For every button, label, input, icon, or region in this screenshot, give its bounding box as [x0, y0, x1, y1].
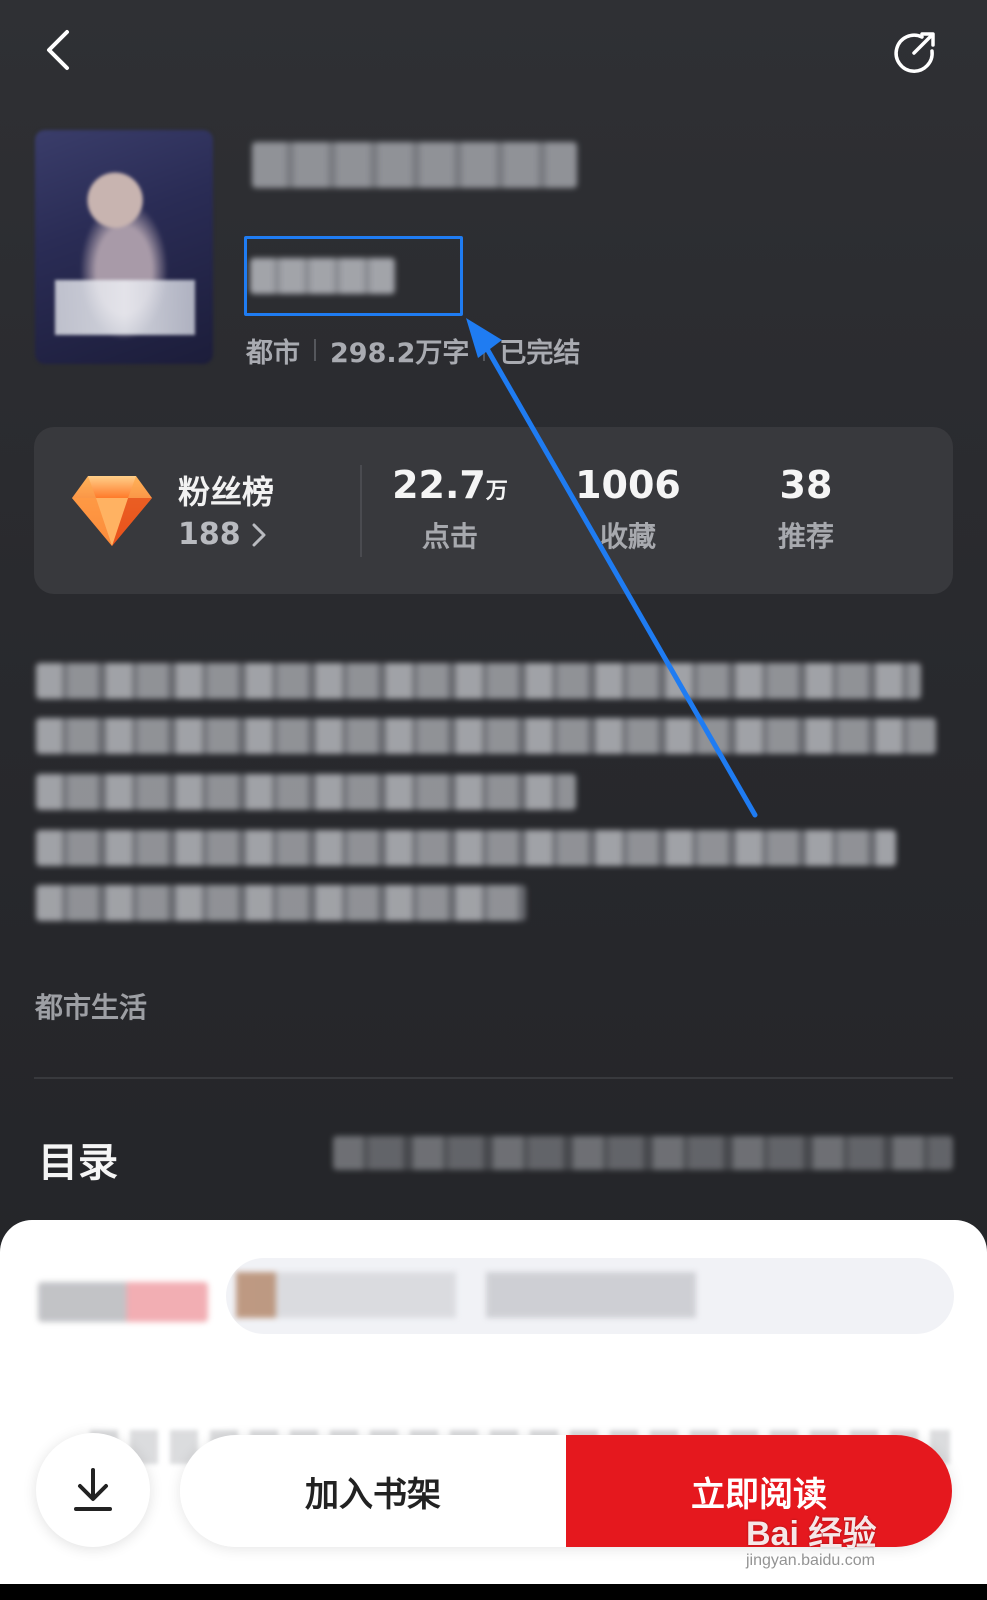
- meta-divider: [483, 339, 486, 361]
- share-icon: [894, 32, 935, 73]
- synopsis-line-blurred: [36, 663, 921, 699]
- book-cover[interactable]: [35, 130, 213, 364]
- synopsis-line-blurred: [36, 830, 896, 866]
- favorites-stat: 1006 收藏: [548, 463, 708, 555]
- promo-label-blurred: [38, 1282, 208, 1322]
- clicks-unit: 万: [485, 479, 508, 504]
- synopsis-line-blurred: [36, 885, 526, 921]
- author-highlight-box: [244, 236, 463, 316]
- latest-chapter-blurred[interactable]: [333, 1136, 953, 1170]
- book-word-count: 298.2万字: [330, 337, 470, 369]
- clicks-value-row: 22.7万: [370, 463, 530, 507]
- download-icon: [74, 1468, 112, 1511]
- promo-banner[interactable]: [226, 1258, 954, 1334]
- clicks-value: 22.7: [392, 463, 486, 507]
- share-button[interactable]: [891, 28, 939, 76]
- meta-divider: [314, 339, 316, 361]
- favorites-value: 1006: [575, 463, 681, 507]
- bottom-strip: [0, 1584, 987, 1600]
- synopsis-line-blurred: [36, 774, 576, 810]
- recommends-value: 38: [779, 463, 833, 507]
- stats-divider: [360, 465, 362, 557]
- download-button[interactable]: [36, 1433, 150, 1547]
- chevron-left-icon: [47, 30, 69, 70]
- book-detail-screen: 都市 298.2万字 已完结 粉丝榜 188 22.7万 点击 1006 收藏 …: [0, 0, 987, 1600]
- clicks-stat: 22.7万 点击: [370, 463, 530, 555]
- synopsis-line-blurred: [36, 718, 936, 754]
- back-button[interactable]: [36, 26, 80, 74]
- toc-title[interactable]: 目录: [38, 1130, 118, 1188]
- chevron-right-icon: [252, 523, 266, 546]
- recommends-label: 推荐: [777, 520, 834, 553]
- fans-rank-title[interactable]: 粉丝榜: [178, 467, 274, 513]
- book-title-blurred: [252, 142, 577, 188]
- diamond-icon: [72, 476, 152, 546]
- fans-rank-link[interactable]: 188: [178, 517, 267, 552]
- baidu-watermark: Bai 经验 jingyan.baidu.com: [746, 1506, 966, 1578]
- fans-rank-count: 188: [178, 517, 241, 552]
- add-to-shelf-button[interactable]: 加入书架: [180, 1435, 566, 1547]
- recommends-stat: 38 推荐: [726, 463, 886, 555]
- genre-tag[interactable]: 都市生活: [35, 986, 147, 1026]
- clicks-label: 点击: [421, 520, 478, 553]
- watermark-sub: jingyan.baidu.com: [746, 1552, 875, 1569]
- book-status: 已完结: [499, 337, 581, 369]
- favorites-label: 收藏: [599, 520, 656, 553]
- watermark-main: Bai 经验: [746, 1515, 877, 1553]
- stats-card: 粉丝榜 188 22.7万 点击 1006 收藏 38 推荐: [34, 427, 953, 594]
- book-category: 都市: [246, 337, 300, 369]
- promo-banner-content-blurred: [236, 1272, 696, 1318]
- section-divider: [34, 1077, 953, 1079]
- book-meta: 都市 298.2万字 已完结: [246, 332, 581, 369]
